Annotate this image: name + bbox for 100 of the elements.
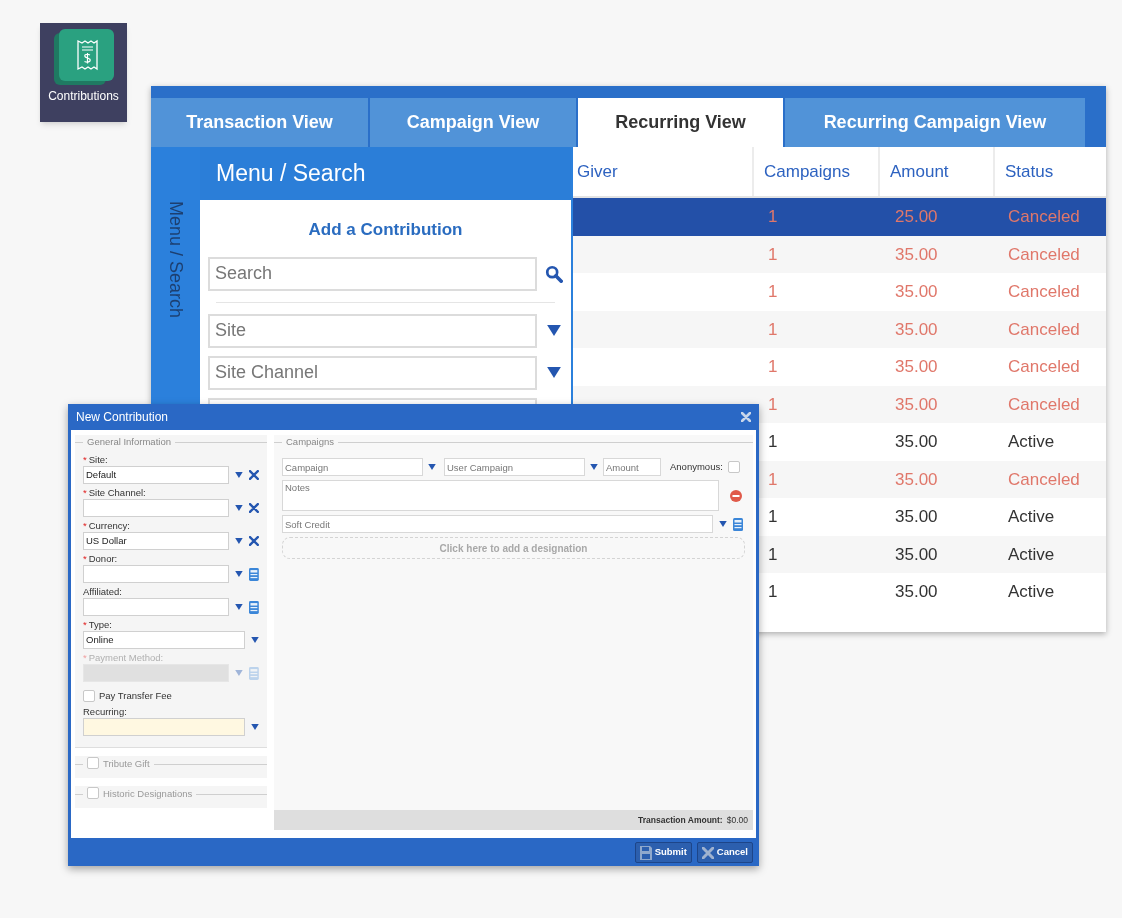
search-field[interactable]: Search: [208, 256, 537, 291]
dropdown-caret-icon[interactable]: [719, 521, 727, 528]
select-field[interactable]: [83, 717, 245, 736]
select-field[interactable]: [83, 499, 230, 518]
tab[interactable]: Transaction View: [151, 98, 368, 147]
checkbox[interactable]: [87, 786, 99, 799]
total-label: Transaction Amount:: [638, 813, 723, 827]
column-header[interactable]: Amount: [878, 147, 993, 196]
table-cell: Active: [1008, 507, 1055, 526]
anonymous-label: Anonymous:: [670, 460, 723, 475]
table-cell: 1: [768, 244, 778, 264]
app-label: Contributions: [48, 90, 119, 102]
select-field[interactable]: [83, 598, 230, 617]
remove-icon[interactable]: [730, 489, 742, 502]
total-value: $0.00: [726, 813, 748, 827]
table-cell: 35.00: [895, 582, 938, 601]
dropdown-caret-icon[interactable]: [251, 637, 259, 644]
table-cell: 1: [768, 357, 778, 376]
table-cell: Canceled: [1008, 282, 1080, 301]
table-cell: Canceled: [1008, 244, 1080, 264]
filter-field[interactable]: Site Channel: [208, 355, 537, 390]
fieldset-legend: Campaigns: [286, 435, 335, 450]
required-mark: *: [83, 454, 87, 467]
required-mark: *: [83, 619, 87, 632]
required-mark: *: [83, 553, 87, 566]
table-cell: 1: [768, 432, 778, 451]
table-cell: Canceled: [1008, 469, 1080, 489]
table-cell: 1: [768, 282, 778, 301]
filter-field[interactable]: Site: [208, 313, 537, 348]
app-tile[interactable]: Contributions: [40, 23, 127, 122]
cancel-icon: [701, 846, 714, 859]
table-cell: 25.00: [895, 207, 938, 226]
search-icon[interactable]: [545, 264, 563, 283]
table-cell: Active: [1008, 544, 1055, 564]
table-cell: 35.00: [895, 544, 938, 564]
table-cell: 1: [768, 507, 778, 526]
dropdown-caret-icon[interactable]: [547, 367, 561, 378]
field-label: Recurring:: [83, 705, 127, 718]
table-cell: 35.00: [895, 319, 938, 339]
table-cell: 35.00: [895, 282, 938, 301]
field-label: Affiliated:: [83, 586, 122, 599]
tab[interactable]: Recurring Campaign View: [785, 98, 1085, 147]
checkbox[interactable]: [83, 690, 95, 703]
table-cell: 1: [768, 544, 778, 564]
table-cell: Canceled: [1008, 319, 1080, 339]
table-cell: 35.00: [895, 469, 938, 489]
dropdown-caret-icon[interactable]: [235, 538, 244, 545]
cancel-button[interactable]: Cancel: [696, 842, 753, 863]
panel-title: Menu / Search: [216, 159, 366, 189]
clear-icon[interactable]: [249, 536, 259, 547]
lookup-icon[interactable]: [249, 567, 259, 581]
dropdown-caret-icon[interactable]: [590, 464, 598, 471]
dropdown-caret-icon[interactable]: [235, 604, 244, 611]
clear-icon[interactable]: [249, 470, 259, 481]
table-cell: 35.00: [895, 394, 938, 414]
section-label: Historic Designations: [103, 786, 193, 801]
table-cell: 35.00: [895, 244, 938, 264]
select-field[interactable]: US Dollar: [83, 532, 230, 551]
checkbox[interactable]: [727, 461, 740, 474]
dropdown-caret-icon[interactable]: [235, 571, 244, 578]
select-field[interactable]: Default: [83, 466, 230, 485]
tab[interactable]: Recurring View: [578, 98, 783, 147]
user-campaign-field[interactable]: User Campaign: [444, 458, 585, 477]
lookup-icon[interactable]: [733, 517, 743, 531]
checkbox-label: Pay Transfer Fee: [99, 689, 172, 704]
column-header[interactable]: Giver: [573, 147, 752, 196]
dropdown-caret-icon[interactable]: [235, 505, 244, 512]
field-label: Donor:: [88, 553, 118, 566]
tab[interactable]: Campaign View: [370, 98, 576, 147]
notes-field[interactable]: Notes: [282, 480, 719, 512]
table-cell: Canceled: [1008, 207, 1080, 226]
dropdown-caret-icon[interactable]: [235, 472, 244, 479]
table-cell: Active: [1008, 582, 1055, 601]
column-header[interactable]: Campaigns: [752, 147, 878, 196]
dropdown-caret-icon[interactable]: [428, 464, 436, 471]
clear-icon[interactable]: [249, 503, 259, 514]
column-header[interactable]: Status: [993, 147, 1106, 196]
field-label: Payment Method:: [88, 652, 164, 665]
select-field[interactable]: [83, 565, 230, 584]
campaign-field[interactable]: Campaign: [282, 458, 423, 477]
table-cell: 35.00: [895, 507, 938, 526]
required-mark: *: [83, 652, 87, 665]
amount-field[interactable]: Amount: [603, 458, 661, 477]
close-icon[interactable]: [741, 412, 751, 422]
submit-button[interactable]: Submit: [634, 842, 692, 863]
table-cell: 1: [768, 469, 778, 489]
table-cell: Canceled: [1008, 357, 1080, 376]
required-mark: *: [83, 520, 87, 533]
table-cell: 1: [768, 207, 778, 226]
lookup-icon[interactable]: [249, 600, 259, 614]
soft-credit-field[interactable]: Soft Credit: [282, 515, 713, 534]
dropdown-caret-icon[interactable]: [547, 325, 561, 336]
dropdown-caret-icon[interactable]: [251, 723, 259, 730]
rail-label: Menu / Search: [165, 201, 187, 319]
receipt-icon: [53, 29, 114, 85]
field-label: Currency:: [88, 520, 130, 533]
table-cell: Canceled: [1008, 394, 1080, 414]
checkbox[interactable]: [87, 756, 99, 769]
required-mark: *: [83, 487, 87, 500]
select-field[interactable]: Online: [83, 631, 245, 650]
